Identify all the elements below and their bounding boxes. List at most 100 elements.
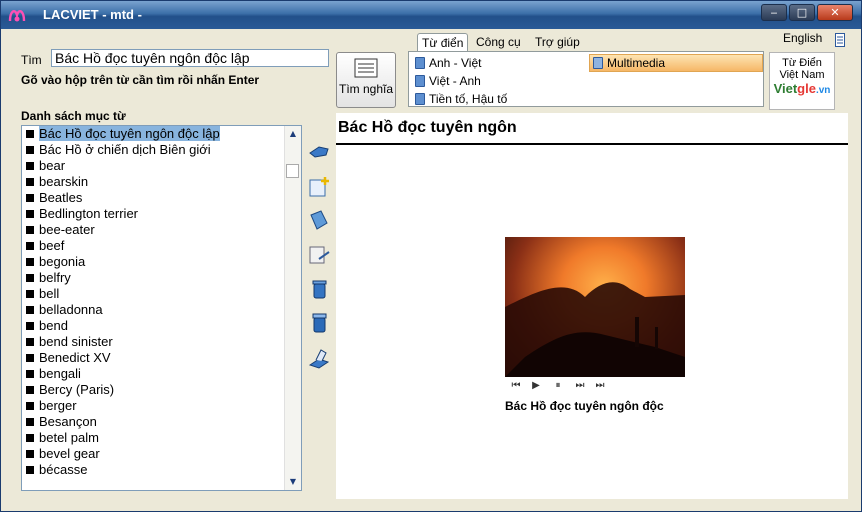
close-icon: ✕ (830, 6, 840, 19)
entry-bullet-icon (26, 306, 34, 314)
entry-label: belfry (39, 270, 71, 285)
add-note-icon[interactable] (307, 175, 331, 199)
play-icon[interactable]: ▶ (529, 380, 543, 392)
list-item[interactable]: bend sinister (22, 334, 301, 350)
pause-icon[interactable]: ⏸ (551, 380, 565, 392)
print-icon[interactable] (307, 347, 331, 371)
entry-label: bend sinister (39, 334, 113, 349)
search-hint: Gõ vào hộp trên từ cần tìm rồi nhấn Ente… (21, 73, 260, 87)
list-item[interactable]: Besançon (22, 414, 301, 430)
book-icon (415, 75, 425, 87)
maximize-button[interactable]: □ (789, 4, 815, 21)
panel-toggle-icon[interactable] (835, 33, 845, 47)
entry-bullet-icon (26, 418, 34, 426)
tab-help[interactable]: Trợ giúp (531, 33, 584, 51)
trash-icon[interactable] (307, 277, 331, 301)
entry-list[interactable]: Bác Hồ đọc tuyên ngôn độc lập Bác Hồ ở ch… (21, 125, 302, 491)
entry-bullet-icon (26, 354, 34, 362)
tab-tools[interactable]: Công cụ (472, 33, 525, 51)
step-forward-icon[interactable]: ⏭ (573, 380, 587, 392)
find-meaning-label: Tìm nghĩa (338, 82, 394, 96)
title-bar[interactable]: LACVIET - mtd - ‒ □ ✕ (1, 1, 861, 29)
list-item[interactable]: bécasse (22, 462, 301, 478)
list-item[interactable]: Bedlington terrier (22, 206, 301, 222)
entry-label: Bác Hồ ở chiến dịch Biên giới (39, 142, 211, 157)
list-item[interactable]: belladonna (22, 302, 301, 318)
entry-bullet-icon (26, 258, 34, 266)
recycle-bin-icon[interactable] (307, 311, 331, 335)
entry-label: belladonna (39, 302, 103, 317)
entry-bullet-icon (26, 466, 34, 474)
entry-label: bevel gear (39, 446, 100, 461)
entry-label: bell (39, 286, 60, 301)
entry-label: beef (39, 238, 65, 253)
list-item[interactable]: berger (22, 398, 301, 414)
list-item[interactable]: bell (22, 286, 301, 302)
scroll-thumb[interactable] (286, 164, 299, 178)
skip-forward-icon[interactable]: ⏭ (593, 380, 607, 392)
dictionary-book-icon (354, 58, 378, 78)
title-divider (336, 143, 848, 145)
list-item[interactable]: beef (22, 238, 301, 254)
list-item[interactable]: bee-eater (22, 222, 301, 238)
video-caption: Bác Hồ đọc tuyên ngôn độc (505, 399, 664, 413)
list-item[interactable]: begonia (22, 254, 301, 270)
vietnam-dictionary-button[interactable]: Từ Điển Việt Nam Vietgle.vn (769, 52, 835, 110)
entry-label: berger (39, 398, 77, 413)
dict-multimedia[interactable]: Multimedia (589, 54, 763, 72)
content-pane: Bác Hồ đọc tuyên ngôn ⏮ ▶ ⏸ ⏭ ⏭ Bác Hồ đ… (336, 113, 848, 499)
dict-en-vi[interactable]: Anh - Việt (415, 56, 481, 70)
scroll-up-icon[interactable]: ▲ (287, 128, 299, 140)
entry-label: Besançon (39, 414, 97, 429)
list-item[interactable]: Bercy (Paris) (22, 382, 301, 398)
entry-bullet-icon (26, 290, 34, 298)
vn-dict-line1: Từ Điển (782, 57, 822, 69)
vn-dict-line2: Việt Nam (779, 69, 825, 81)
entry-bullet-icon (26, 210, 34, 218)
edit-book-icon[interactable] (307, 209, 331, 233)
vietgle-logo: Vietgle.vn (773, 81, 831, 96)
dict-prefix-suffix[interactable]: Tiền tố, Hậu tố (415, 92, 507, 106)
list-item[interactable]: Beatles (22, 190, 301, 206)
entry-bullet-icon (26, 194, 34, 202)
list-item[interactable]: Bác Hồ ở chiến dịch Biên giới (22, 142, 301, 158)
list-item[interactable]: betel palm (22, 430, 301, 446)
search-input[interactable] (51, 49, 329, 67)
entry-list-scrollbar[interactable]: ▲ ▼ (284, 126, 301, 490)
list-item[interactable]: bevel gear (22, 446, 301, 462)
minimize-button[interactable]: ‒ (761, 4, 787, 21)
list-item[interactable]: bend (22, 318, 301, 334)
entry-bullet-icon (26, 130, 34, 138)
list-item[interactable]: bearskin (22, 174, 301, 190)
video-player[interactable] (505, 237, 685, 377)
entry-label: bee-eater (39, 222, 95, 237)
find-meaning-button[interactable]: Tìm nghĩa (336, 52, 396, 108)
note-pen-icon[interactable] (307, 243, 331, 267)
entry-title: Bác Hồ đọc tuyên ngôn (338, 119, 517, 136)
book-icon (415, 57, 425, 69)
entry-label: bend (39, 318, 68, 333)
list-item[interactable]: bear (22, 158, 301, 174)
hand-pointer-icon[interactable] (307, 139, 331, 163)
skip-back-icon[interactable]: ⏮ (509, 380, 523, 392)
client-area: Tìm Gõ vào hộp trên từ cần tìm rồi nhấn … (5, 29, 857, 509)
entry-label: Beatles (39, 190, 83, 205)
entry-label: Bercy (Paris) (39, 382, 115, 397)
list-item[interactable]: Bác Hồ đọc tuyên ngôn độc lập (22, 126, 301, 142)
list-item[interactable]: bengali (22, 366, 301, 382)
entry-label: betel palm (39, 430, 99, 445)
search-label: Tìm (21, 53, 42, 67)
list-item[interactable]: belfry (22, 270, 301, 286)
dict-label: Tiền tố, Hậu tố (429, 92, 508, 106)
dict-label: Việt - Anh (429, 74, 481, 88)
list-item[interactable]: Benedict XV (22, 350, 301, 366)
scroll-down-icon[interactable]: ▼ (287, 476, 299, 488)
language-toggle[interactable]: English (783, 31, 822, 45)
entry-bullet-icon (26, 162, 34, 170)
tab-dictionary[interactable]: Từ điển (417, 33, 469, 52)
entry-label: Bedlington terrier (39, 206, 138, 221)
entry-bullet-icon (26, 450, 34, 458)
close-button[interactable]: ✕ (817, 4, 853, 21)
entry-bullet-icon (26, 370, 34, 378)
dict-vi-en[interactable]: Việt - Anh (415, 74, 481, 88)
